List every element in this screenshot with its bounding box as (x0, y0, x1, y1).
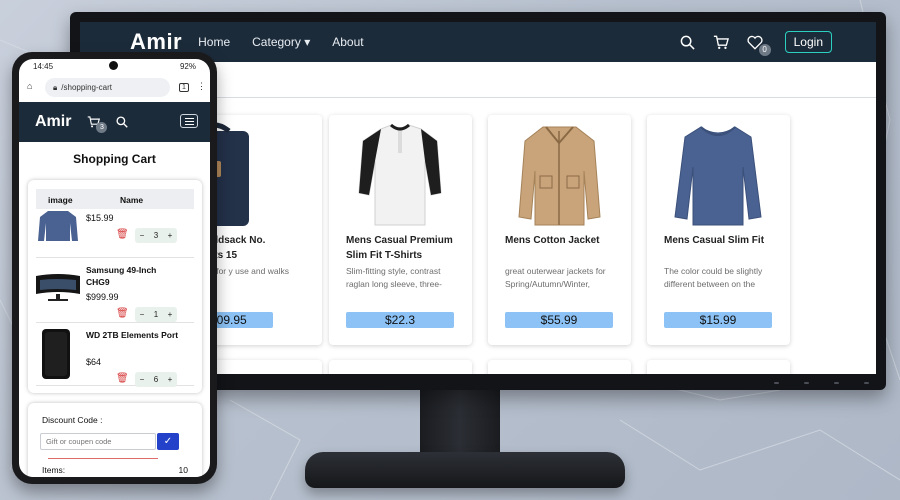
status-battery: 92% (179, 62, 196, 71)
nav-home[interactable]: Home (198, 35, 230, 49)
monitor-button (804, 382, 809, 384)
quantity-stepper[interactable]: − 6 + (135, 372, 177, 387)
header-name: Name (120, 195, 144, 205)
items-label: Items: (42, 465, 66, 475)
monitor-stand-neck (420, 388, 500, 454)
more-options-icon[interactable]: ⋮ (197, 81, 206, 92)
login-button[interactable]: Login (784, 31, 832, 53)
product-description: Slim-fitting style, contrast raglan long… (346, 266, 442, 289)
product-price: $15.99 (664, 312, 772, 328)
phone-cart-badge: 3 (96, 122, 108, 133)
address-url: /shopping-cart (61, 83, 112, 92)
quantity-stepper[interactable]: − 3 + (135, 228, 177, 243)
phone-status-bar: 14:45 92% (19, 59, 210, 75)
phone-screen: 14:45 92% ⌂ 🔒︎ /shopping-cart 1 ⋮ Amir 3… (19, 59, 210, 477)
phone-search-icon[interactable] (116, 116, 129, 128)
quantity-value: 3 (153, 231, 159, 240)
discount-label: Discount Code : (42, 415, 103, 425)
product-image-slim-fit-shirt (647, 121, 790, 229)
cart-icon[interactable] (713, 35, 729, 50)
product-card[interactable] (329, 360, 472, 374)
caret-down-icon: ▾ (304, 35, 311, 49)
items-count: 10 (178, 465, 188, 475)
decrement-button[interactable]: − (135, 231, 149, 240)
discount-panel: Discount Code : ✓ Items: 10 (28, 403, 202, 477)
divider (48, 458, 158, 459)
delete-trash-icon[interactable]: 🗑︎ (116, 373, 129, 384)
cart-item-name[interactable]: WD 2TB Elements Port (86, 329, 181, 341)
search-icon[interactable] (680, 35, 695, 50)
desktop-nav-actions: 0 Login (662, 31, 832, 56)
cart-item-price: $999.99 (86, 292, 119, 302)
product-title[interactable]: Mens Casual Slim Fit (664, 233, 782, 248)
cart-item: Samsung 49-Inch CHG9 $999.99 🗑︎ − 1 + (36, 258, 194, 323)
phone-cart-icon[interactable]: 3 (87, 116, 108, 133)
cart-item-image (42, 329, 70, 379)
front-camera (109, 61, 118, 70)
phone: 14:45 92% ⌂ 🔒︎ /shopping-cart 1 ⋮ Amir 3… (12, 52, 217, 484)
product-title[interactable]: Mens Cotton Jacket (505, 233, 623, 248)
wishlist-heart-icon[interactable]: 0 (747, 35, 771, 56)
cart-item-price: $64 (86, 357, 102, 367)
product-description: The color could be slightly different be… (664, 266, 763, 289)
cart-table-header: image Name (36, 189, 194, 209)
status-time: 14:45 (33, 62, 54, 71)
product-card[interactable] (647, 360, 790, 374)
monitor-button (834, 382, 839, 384)
hamburger-menu-icon[interactable] (180, 114, 198, 128)
cart-item: WD 2TB Elements Port $64 🗑︎ − 6 + (36, 323, 194, 387)
monitor-stand-base (305, 452, 625, 488)
product-card[interactable]: Mens Casual Premium Slim Fit T-Shirts Sl… (329, 115, 472, 345)
cart-item-image (38, 211, 78, 241)
product-card[interactable]: Mens Casual Slim Fit The color could be … (647, 115, 790, 345)
increment-button[interactable]: + (163, 375, 177, 384)
coupon-code-input[interactable] (40, 433, 156, 450)
home-icon[interactable]: ⌂ (27, 81, 32, 91)
cart-item-image (36, 274, 80, 301)
header-image: image (48, 195, 73, 205)
quantity-stepper[interactable]: − 1 + (135, 307, 177, 322)
quantity-value: 6 (153, 375, 159, 384)
quantity-value: 1 (153, 310, 159, 319)
nav-category[interactable]: Category ▾ (252, 35, 310, 49)
nav-category-label: Category (252, 35, 301, 49)
apply-coupon-button[interactable]: ✓ (157, 433, 179, 450)
cart-item-name[interactable]: Samsung 49-Inch CHG9 (86, 264, 181, 288)
page-title: Shopping Cart (73, 152, 156, 166)
product-image-cotton-jacket (488, 121, 631, 229)
address-bar[interactable]: 🔒︎ /shopping-cart (45, 78, 170, 97)
delete-trash-icon[interactable]: 🗑︎ (116, 308, 129, 319)
phone-navbar: Amir 3 (19, 102, 210, 142)
product-price: $22.3 (346, 312, 454, 328)
product-title[interactable]: Mens Casual Premium Slim Fit T-Shirts (346, 233, 464, 263)
decrement-button[interactable]: − (135, 375, 149, 384)
monitor-button (864, 382, 869, 384)
cart-item-price: $15.99 (86, 213, 114, 223)
desktop-nav-links: Home Category ▾ About (198, 35, 385, 49)
monitor-button (774, 382, 779, 384)
increment-button[interactable]: + (163, 231, 177, 240)
product-card[interactable]: Mens Cotton Jacket great outerwear jacke… (488, 115, 631, 345)
product-card[interactable] (488, 360, 631, 374)
product-image-raglan-shirt (329, 121, 472, 229)
cart-item: $15.99 🗑︎ − 3 + (36, 209, 194, 258)
wishlist-count-badge: 0 (758, 43, 771, 56)
cart-table: image Name $15.99 🗑︎ − 3 + Samsung 49-In… (28, 180, 202, 393)
nav-about[interactable]: About (332, 35, 363, 49)
decrement-button[interactable]: − (135, 310, 149, 319)
product-description: great outerwear jackets for Spring/Autum… (505, 266, 606, 289)
product-price: $55.99 (505, 312, 613, 328)
increment-button[interactable]: + (163, 310, 177, 319)
phone-logo[interactable]: Amir (35, 113, 71, 131)
lock-icon: 🔒︎ (53, 82, 58, 92)
delete-trash-icon[interactable]: 🗑︎ (116, 229, 129, 240)
tabs-count-icon[interactable]: 1 (179, 83, 189, 92)
